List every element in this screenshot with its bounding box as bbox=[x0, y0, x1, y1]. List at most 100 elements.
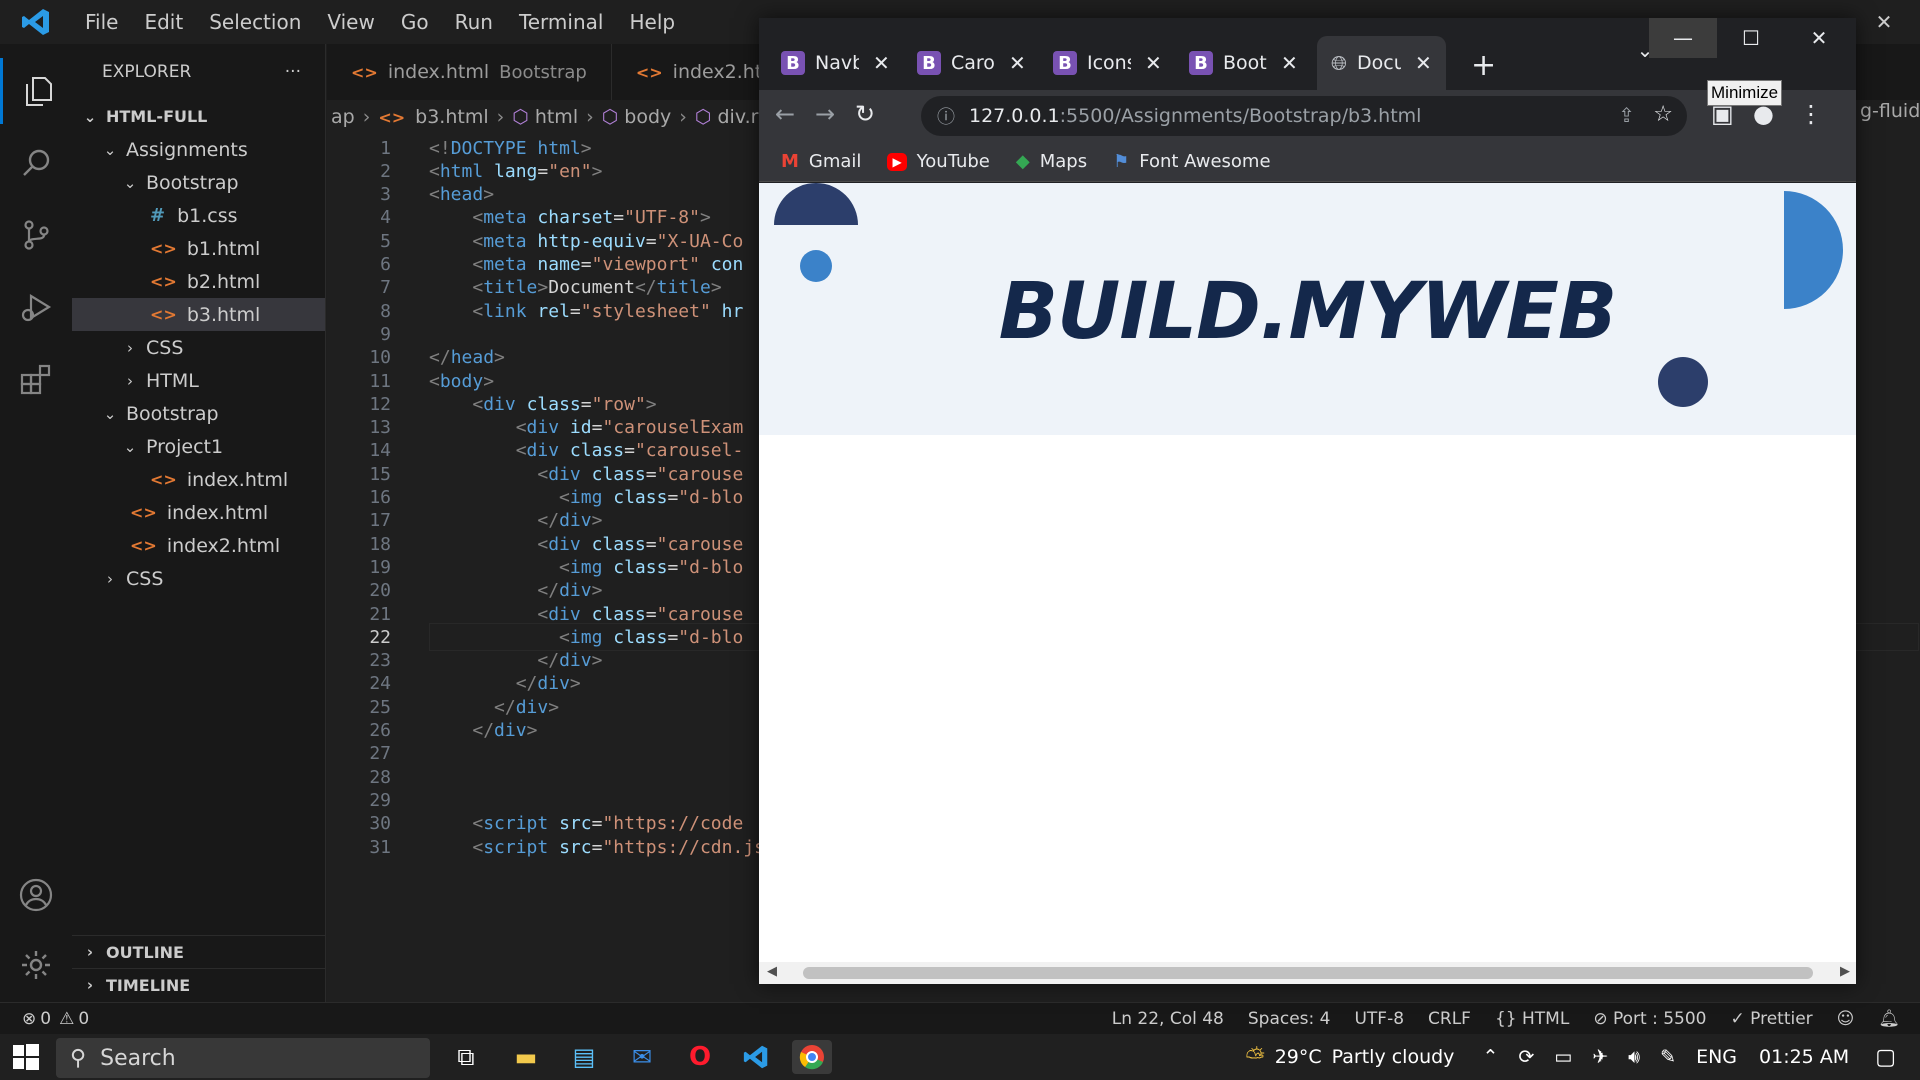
weather-desc[interactable]: Partly cloudy bbox=[1332, 1046, 1455, 1068]
error-count[interactable]: 0 bbox=[40, 1009, 51, 1029]
notifications-bell-icon[interactable]: 🔔︎ bbox=[1878, 1009, 1900, 1029]
tree-folder[interactable]: › CSS bbox=[72, 331, 325, 364]
display-icon[interactable]: ⟳ bbox=[1518, 1046, 1534, 1068]
weather-temp[interactable]: 29°C bbox=[1275, 1046, 1322, 1068]
browser-tab[interactable]: B Boot ✕ bbox=[1175, 36, 1312, 90]
live-server-port[interactable]: ⊘ Port : 5500 bbox=[1593, 1009, 1706, 1029]
back-arrow-icon[interactable]: ← bbox=[775, 100, 795, 128]
search-icon[interactable] bbox=[0, 130, 72, 196]
address-bar[interactable]: ⓘ 127.0.0.1 :5500/Assignments/Bootstrap/… bbox=[921, 96, 1687, 136]
outline-section[interactable]: › OUTLINE bbox=[72, 935, 326, 968]
language-mode[interactable]: {} HTML bbox=[1495, 1009, 1569, 1029]
clock[interactable]: 01:25 AM bbox=[1759, 1046, 1849, 1068]
scrollbar-thumb[interactable] bbox=[803, 967, 1813, 979]
minimize-button[interactable]: — bbox=[1649, 18, 1717, 58]
breadcrumb-item[interactable]: ap bbox=[331, 106, 355, 128]
vscode-close-icon[interactable]: ✕ bbox=[1848, 0, 1920, 44]
mail-icon[interactable]: ✉ bbox=[622, 1040, 662, 1074]
tree-folder[interactable]: ⌄ Bootstrap bbox=[72, 166, 325, 199]
notifications-icon[interactable]: ▢ bbox=[1875, 1045, 1896, 1070]
bookmark-maps[interactable]: ◆ Maps bbox=[1016, 151, 1087, 172]
file-explorer-icon[interactable]: ▬ bbox=[506, 1040, 546, 1074]
close-tab-icon[interactable]: ✕ bbox=[873, 51, 890, 75]
language-indicator[interactable]: ENG bbox=[1696, 1046, 1737, 1068]
explorer-more-button[interactable]: ··· bbox=[285, 62, 301, 82]
tree-file[interactable]: <> b1.html bbox=[72, 232, 325, 265]
bookmark-star-icon[interactable]: ☆ bbox=[1653, 102, 1673, 127]
explorer-icon[interactable] bbox=[0, 58, 72, 124]
workspace-root[interactable]: ⌄ HTML-FULL bbox=[72, 100, 325, 133]
scroll-right-icon[interactable]: ▶ bbox=[1840, 964, 1850, 979]
microsoft-store-icon[interactable]: ▤ bbox=[564, 1040, 604, 1074]
warning-count[interactable]: 0 bbox=[78, 1009, 89, 1029]
battery-icon[interactable]: ▭ bbox=[1554, 1046, 1572, 1068]
line-endings[interactable]: CRLF bbox=[1428, 1009, 1471, 1029]
close-tab-icon[interactable]: ✕ bbox=[1009, 51, 1026, 75]
tree-file[interactable]: # b1.css bbox=[72, 199, 325, 232]
feedback-icon[interactable]: ☺ bbox=[1837, 1009, 1855, 1029]
bookmark-youtube[interactable]: ▶ YouTube bbox=[887, 151, 990, 172]
browser-tab[interactable]: B Navb ✕ bbox=[767, 36, 904, 90]
bookmark-font-awesome[interactable]: ⚑ Font Awesome bbox=[1113, 151, 1270, 172]
menu-run[interactable]: Run bbox=[442, 0, 506, 44]
maximize-button[interactable]: ☐ bbox=[1717, 18, 1785, 58]
indentation[interactable]: Spaces: 4 bbox=[1248, 1009, 1331, 1029]
run-debug-icon[interactable] bbox=[0, 274, 72, 340]
menu-go[interactable]: Go bbox=[388, 0, 442, 44]
forward-arrow-icon[interactable]: → bbox=[815, 100, 835, 128]
airplane-mode-icon[interactable]: ✈ bbox=[1592, 1046, 1608, 1068]
browser-tab[interactable]: B Icons ✕ bbox=[1039, 36, 1176, 90]
browser-tab[interactable]: B Carou ✕ bbox=[903, 36, 1040, 90]
pen-icon[interactable]: ✎ bbox=[1660, 1046, 1676, 1068]
tree-folder[interactable]: ⌄ Bootstrap bbox=[72, 397, 325, 430]
menu-selection[interactable]: Selection bbox=[196, 0, 314, 44]
settings-gear-icon[interactable] bbox=[0, 932, 72, 998]
menu-terminal[interactable]: Terminal bbox=[506, 0, 617, 44]
source-control-icon[interactable] bbox=[0, 202, 72, 268]
tree-folder[interactable]: ⌄ Assignments bbox=[72, 133, 325, 166]
close-window-button[interactable]: ✕ bbox=[1785, 18, 1853, 58]
chrome-taskbar-icon[interactable] bbox=[792, 1040, 832, 1074]
volume-icon[interactable]: 🔊︎ bbox=[1628, 1046, 1640, 1068]
opera-icon[interactable]: O bbox=[680, 1040, 720, 1074]
tree-folder[interactable]: ⌄ Project1 bbox=[72, 430, 325, 463]
tree-file[interactable]: <> b3.html bbox=[72, 298, 325, 331]
close-tab-icon[interactable]: ✕ bbox=[1281, 51, 1298, 75]
scroll-left-icon[interactable]: ◀ bbox=[767, 964, 777, 979]
chrome-menu-icon[interactable]: ⋮ bbox=[1799, 100, 1823, 128]
browser-tab-active[interactable]: 🌐︎ Docu ✕ bbox=[1317, 36, 1446, 90]
task-view-icon[interactable]: ⧉ bbox=[446, 1040, 486, 1074]
windows-start-icon[interactable] bbox=[6, 1040, 46, 1074]
timeline-section[interactable]: › TIMELINE bbox=[72, 968, 326, 1001]
share-icon[interactable]: ⇪ bbox=[1618, 103, 1635, 127]
horizontal-scrollbar[interactable]: ◀ ▶ bbox=[759, 962, 1856, 984]
close-tab-icon[interactable]: ✕ bbox=[1415, 51, 1432, 75]
breadcrumb-item[interactable]: body bbox=[624, 106, 671, 128]
menu-view[interactable]: View bbox=[314, 0, 387, 44]
weather-partly-cloudy-icon[interactable]: ⛅︎ bbox=[1246, 1043, 1265, 1071]
tree-file[interactable]: <> index.html bbox=[72, 496, 325, 529]
menu-edit[interactable]: Edit bbox=[131, 0, 196, 44]
menu-help[interactable]: Help bbox=[616, 0, 688, 44]
encoding[interactable]: UTF-8 bbox=[1354, 1009, 1404, 1029]
tab-index-html[interactable]: <> index.html Bootstrap bbox=[327, 44, 612, 100]
show-hidden-icons-chevron-icon[interactable]: ⌃ bbox=[1482, 1046, 1498, 1068]
tree-file[interactable]: <> index2.html bbox=[72, 529, 325, 562]
new-tab-button[interactable]: + bbox=[1471, 48, 1496, 83]
extensions-icon[interactable] bbox=[0, 346, 72, 412]
taskbar-search[interactable]: ⚲ Search bbox=[56, 1038, 430, 1078]
tree-file[interactable]: <> b2.html bbox=[72, 265, 325, 298]
cursor-position[interactable]: Ln 22, Col 48 bbox=[1112, 1009, 1224, 1029]
vscode-taskbar-icon[interactable] bbox=[736, 1040, 776, 1074]
tree-folder[interactable]: › CSS bbox=[72, 562, 325, 595]
tree-file[interactable]: <> index.html bbox=[72, 463, 325, 496]
close-tab-icon[interactable]: ✕ bbox=[1145, 51, 1162, 75]
reload-icon[interactable]: ↻ bbox=[855, 100, 875, 128]
menu-file[interactable]: File bbox=[72, 0, 131, 44]
breadcrumb-item[interactable]: html bbox=[535, 106, 578, 128]
prettier-status[interactable]: ✓ Prettier bbox=[1730, 1009, 1812, 1029]
breadcrumb-item[interactable]: b3.html bbox=[415, 106, 488, 128]
bookmark-gmail[interactable]: M Gmail bbox=[781, 151, 861, 172]
tree-folder[interactable]: › HTML bbox=[72, 364, 325, 397]
site-info-icon[interactable]: ⓘ bbox=[937, 103, 955, 129]
